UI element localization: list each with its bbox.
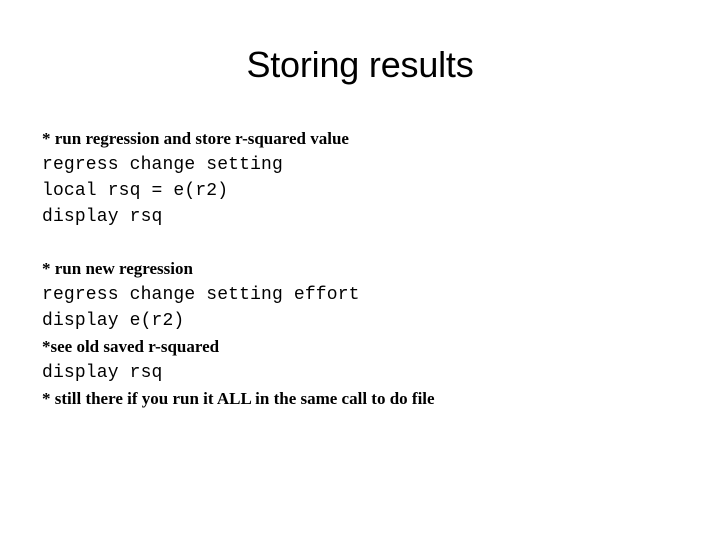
code-line-comment: *see old saved r-squared [42,337,220,356]
code-line-comment: * run regression and store r-squared val… [42,129,349,148]
code-line-stata: regress change setting [42,155,283,175]
code-line-stata: display rsq [42,363,163,383]
slide-canvas: Storing results * run regression and sto… [0,0,720,540]
code-line-comment: * run new regression [42,259,193,278]
slide-body-text: * run regression and store r-squared val… [42,126,692,412]
code-line-stata: display e(r2) [42,311,185,331]
page-title: Storing results [246,44,474,85]
code-line-stata: local rsq = e(r2) [42,181,229,201]
code-line-stata: regress change setting effort [42,285,360,305]
code-line-stata: display rsq [42,207,163,227]
code-line-comment: * still there if you run it ALL in the s… [42,389,435,408]
